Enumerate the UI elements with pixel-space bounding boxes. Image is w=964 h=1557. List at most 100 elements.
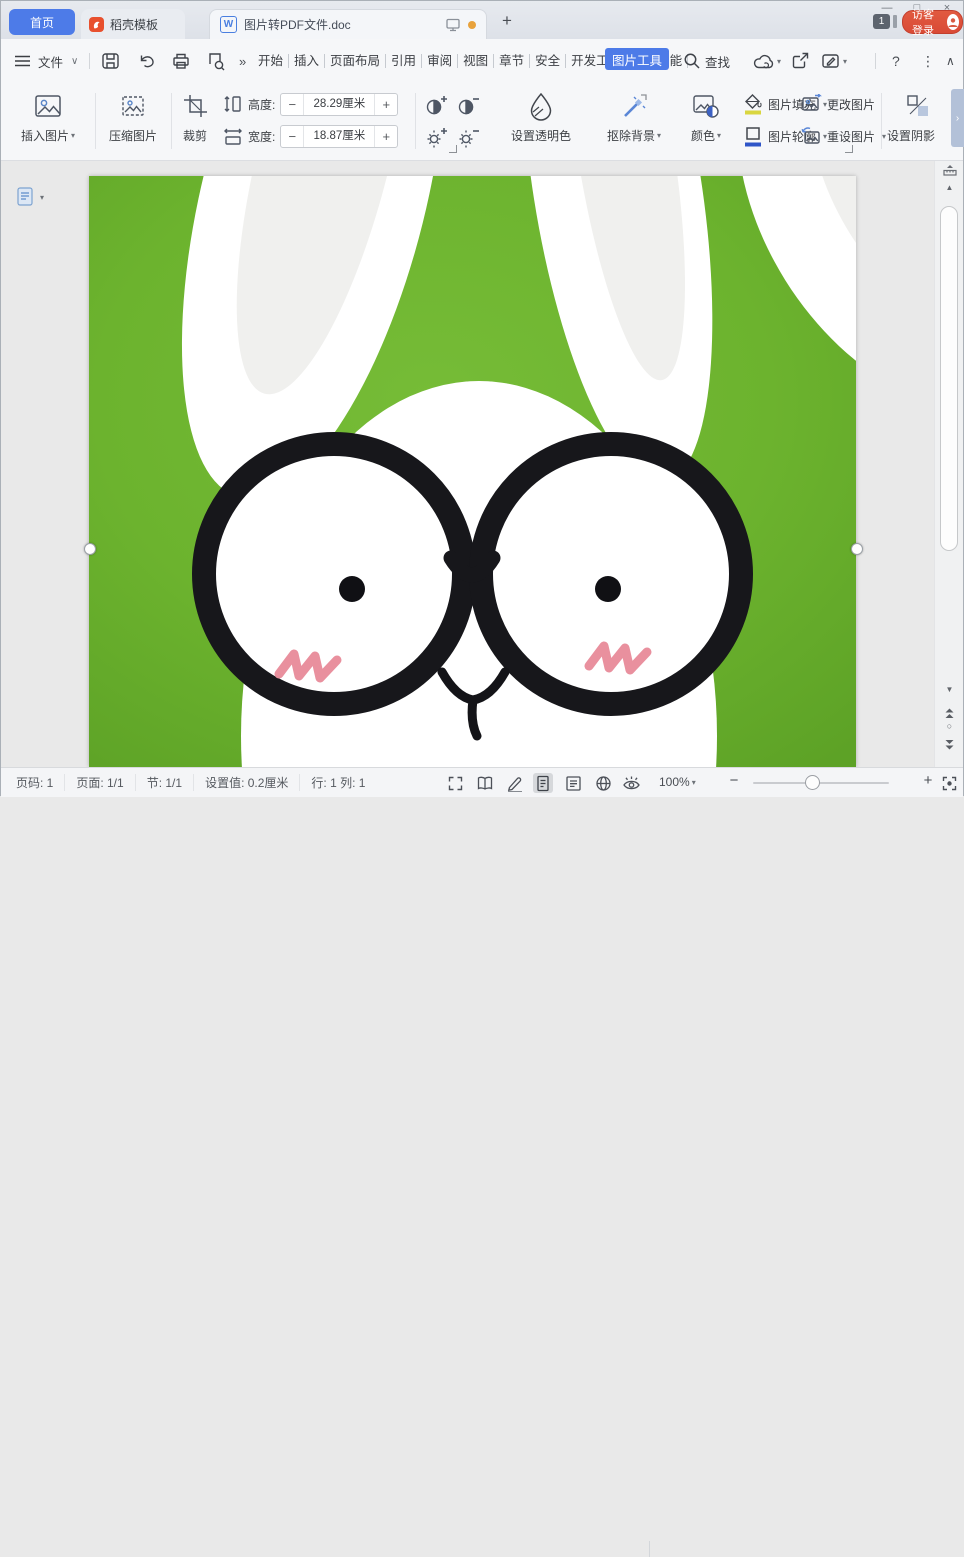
menu-item[interactable]: 页面布局 [325, 54, 386, 68]
rabbit-right-eye [595, 576, 621, 602]
unsaved-indicator-dot [468, 21, 476, 29]
next-page-button[interactable] [944, 739, 955, 751]
undo-button[interactable] [137, 51, 157, 71]
tab-document[interactable]: W 图片转PDF文件.doc [209, 9, 487, 39]
window-list-handle[interactable] [893, 15, 897, 28]
tab-home[interactable]: 首页 [9, 9, 75, 35]
height-decrease-button[interactable]: − [281, 94, 304, 115]
read-layout-button[interactable] [475, 773, 495, 793]
reset-picture-label: 重设图片 [827, 128, 875, 145]
more-options-icon[interactable]: ⋮ [921, 51, 935, 71]
status-segment[interactable]: 节: 1/1 [136, 774, 194, 791]
ribbon-picture-tools: 插入图片▾ 压缩图片 裁剪 高度: [1, 83, 963, 161]
screen-share-icon[interactable] [445, 17, 461, 32]
menu-item[interactable]: 开始 [253, 54, 289, 68]
decrease-contrast-button[interactable] [457, 92, 481, 118]
menu-item[interactable]: 安全 [530, 54, 566, 68]
menu-item[interactable]: 章节 [494, 54, 530, 68]
remove-background-button[interactable]: 抠除背景▾ [593, 88, 675, 154]
selection-handle-right[interactable] [851, 543, 863, 555]
status-segment[interactable]: 设置值: 0.2厘米 [194, 774, 300, 791]
new-tab-button[interactable]: + [497, 11, 517, 31]
document-image-rabbit[interactable] [89, 176, 856, 767]
select-browse-object-button[interactable]: ○ [935, 721, 964, 731]
edit-mode-icon[interactable]: ▾ [821, 51, 847, 71]
crop-label: 裁剪 [183, 127, 207, 144]
menu-item[interactable]: 审阅 [422, 54, 458, 68]
set-shadow-label: 设置阴影 [887, 127, 935, 144]
increase-contrast-button[interactable] [425, 92, 449, 118]
insert-picture-icon [34, 88, 62, 124]
scrollbar-thumb[interactable] [940, 206, 958, 551]
status-segment[interactable]: 页面: 1/1 [65, 774, 135, 791]
menu-item[interactable]: 视图 [458, 54, 494, 68]
transparent-color-icon [526, 88, 556, 124]
zoom-slider-handle[interactable] [805, 775, 820, 790]
print-preview-button[interactable] [206, 51, 226, 71]
zoom-level-dropdown[interactable]: 100%▾ [659, 775, 696, 789]
change-picture-label: 更改图片 [827, 96, 875, 113]
outline-view-button[interactable] [563, 773, 583, 793]
width-increase-button[interactable]: + [374, 126, 397, 147]
set-shadow-button[interactable]: 设置阴影 [887, 88, 949, 154]
tab-docer-templates[interactable]: 稻壳模板 [81, 9, 185, 39]
status-segment[interactable]: 页码: 1 [5, 774, 65, 791]
search-button[interactable]: 查找 [683, 51, 730, 71]
main-menu-icon[interactable] [14, 51, 31, 71]
menu-item[interactable]: 插入 [289, 54, 325, 68]
insert-picture-label: 插入图片 [21, 127, 69, 144]
share-icon[interactable] [791, 51, 810, 71]
more-commands-icon[interactable]: » [239, 51, 246, 71]
menubar: 文件 ∨ » 开始插入页面布局引用审阅视图章节安全开发工具特色功能 图片工具 查… [1, 39, 963, 83]
scroll-up-button[interactable]: ▲ [935, 183, 964, 192]
menu-item-picture-tools[interactable]: 图片工具 [605, 48, 669, 70]
collapse-ribbon-icon[interactable]: ∧ [946, 51, 955, 71]
help-icon[interactable]: ? [892, 51, 900, 71]
set-transparent-color-button[interactable]: 设置透明色 [495, 88, 587, 154]
ribbon-expand-button[interactable]: › [951, 89, 964, 147]
zoom-out-button[interactable]: − [725, 772, 743, 789]
zoom-in-button[interactable]: + [919, 772, 937, 789]
reset-picture-button[interactable]: 重设图片▾ [801, 123, 886, 149]
increase-brightness-button[interactable] [425, 124, 449, 150]
fullscreen-view-button[interactable] [445, 773, 465, 793]
height-increase-button[interactable]: + [374, 94, 397, 115]
page-view-button[interactable] [533, 773, 553, 793]
compress-picture-label: 压缩图片 [109, 127, 157, 144]
compress-picture-icon [120, 88, 146, 124]
change-picture-button[interactable]: 更改图片 [801, 91, 875, 117]
cloud-sync-icon[interactable]: ▾ [753, 51, 781, 71]
width-spinner: − 18.87厘米 + [280, 125, 398, 148]
file-menu[interactable]: 文件 [38, 51, 63, 71]
window-count-badge[interactable]: 1 [873, 14, 890, 29]
width-decrease-button[interactable]: − [281, 126, 304, 147]
width-value[interactable]: 18.87厘米 [304, 126, 374, 147]
search-label: 查找 [705, 52, 730, 71]
fit-page-button[interactable] [939, 773, 959, 793]
crop-button[interactable]: 裁剪 [173, 88, 217, 154]
compress-picture-button[interactable]: 压缩图片 [100, 88, 166, 154]
write-mode-button[interactable] [505, 773, 525, 793]
web-view-button[interactable] [593, 773, 613, 793]
height-value[interactable]: 28.29厘米 [304, 94, 374, 115]
color-button[interactable]: 颜色▾ [681, 88, 731, 154]
decrease-brightness-button[interactable] [457, 124, 481, 150]
save-button[interactable] [101, 51, 120, 71]
previous-page-button[interactable] [944, 707, 955, 719]
ruler-toggle-icon[interactable] [943, 164, 957, 176]
width-control: 宽度: − 18.87厘米 + [223, 123, 398, 149]
crop-icon [183, 88, 208, 124]
document-area: ▾ [1, 161, 963, 767]
doc-assistant[interactable]: ▾ [17, 187, 44, 207]
selection-handle-left[interactable] [84, 543, 96, 555]
scroll-down-button[interactable]: ▼ [935, 685, 964, 694]
insert-picture-button[interactable]: 插入图片▾ [7, 88, 89, 154]
menu-item[interactable]: 引用 [386, 54, 422, 68]
height-icon [223, 94, 243, 114]
status-segment[interactable]: 行: 1 列: 1 [300, 774, 376, 791]
login-button[interactable]: 访客登录 [902, 10, 963, 34]
eye-protection-button[interactable] [621, 773, 641, 793]
zoom-slider-track[interactable] [753, 782, 889, 784]
print-button[interactable] [171, 51, 191, 71]
file-menu-chevron-icon[interactable]: ∨ [71, 51, 78, 71]
